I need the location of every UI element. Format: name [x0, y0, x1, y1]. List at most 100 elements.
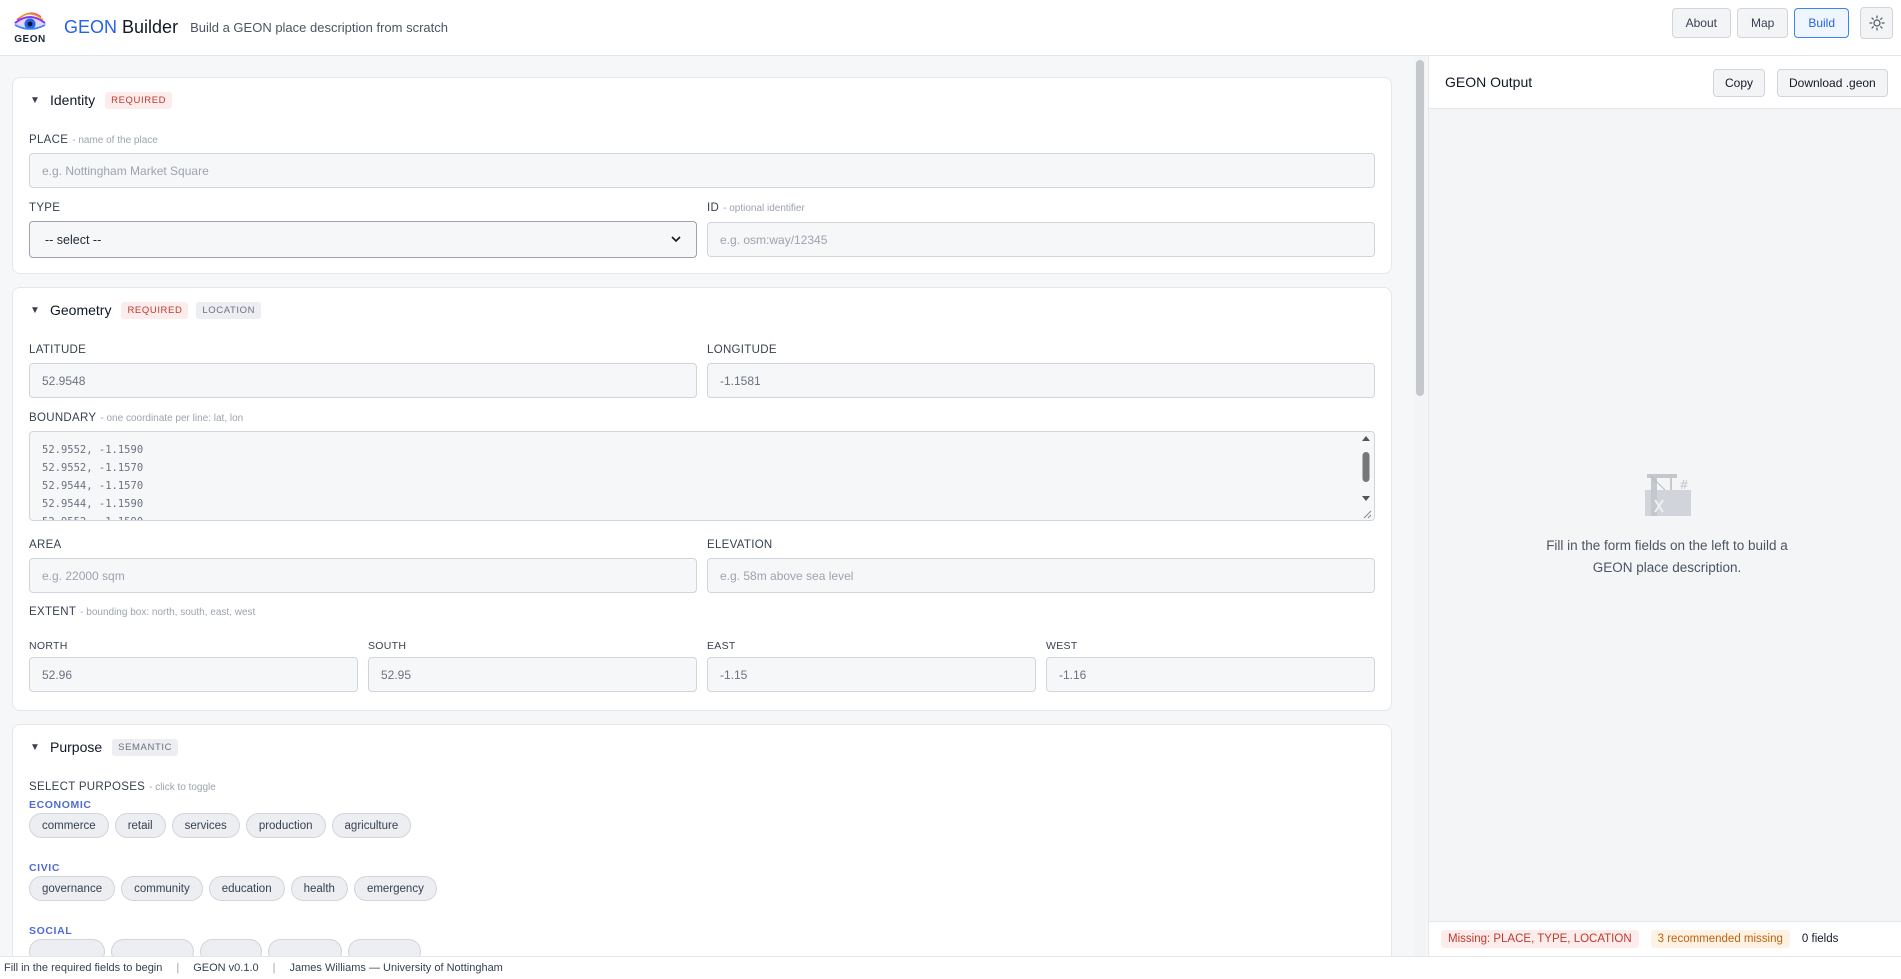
- app-title-rest: Builder: [122, 17, 179, 37]
- extent-label: EXTENT - bounding box: north, south, east…: [29, 606, 255, 618]
- boundary-line: 52.9544, -1.1570: [42, 480, 144, 492]
- longitude-label: LONGITUDE: [707, 344, 777, 356]
- select-purposes-hint: - click to toggle: [149, 782, 216, 793]
- form-scrollbar[interactable]: [1414, 56, 1426, 956]
- copy-button[interactable]: Copy: [1713, 69, 1766, 97]
- textarea-scrollbar[interactable]: [1360, 434, 1372, 520]
- civic-chip-row: governance community education health em…: [29, 876, 437, 901]
- section-title: Purpose: [50, 739, 103, 755]
- form-scroll-thumb[interactable]: [1416, 60, 1424, 396]
- sun-icon: [1868, 15, 1885, 31]
- purpose-group-label: SOCIAL: [29, 925, 73, 937]
- purpose-chip[interactable]: education: [208, 876, 285, 901]
- identity-header[interactable]: ▼ Identity REQUIRED: [13, 78, 173, 122]
- section-title: Identity: [50, 92, 96, 108]
- id-label: ID - optional identifier: [707, 202, 805, 214]
- place-label: PLACE - name of the place: [29, 134, 158, 146]
- select-purposes-label: SELECT PURPOSES - click to toggle: [29, 781, 216, 793]
- required-badge: REQUIRED: [121, 301, 189, 319]
- area-input[interactable]: e.g. 22000 sqm: [29, 558, 697, 593]
- boundary-line: 52.9552, -1.1570: [42, 462, 144, 474]
- purpose-group-label: CIVIC: [29, 862, 61, 874]
- purpose-chip[interactable]: [29, 939, 105, 956]
- app-title-brand: GEON: [64, 17, 118, 37]
- section-title: Geometry: [50, 302, 112, 318]
- app-title: GEON Builder: [64, 17, 178, 38]
- latitude-input[interactable]: 52.9548: [29, 363, 697, 398]
- select-purposes-text: SELECT PURPOSES: [29, 781, 146, 793]
- status-separator: |: [272, 962, 276, 974]
- place-hint: - name of the place: [72, 135, 158, 146]
- boundary-textarea[interactable]: 52.9552, -1.1590 52.9552, -1.1570 52.954…: [29, 431, 1375, 521]
- status-version: GEON v0.1.0: [193, 962, 259, 974]
- type-select-value: -- select --: [45, 232, 102, 247]
- extent-hint: - bounding box: north, south, east, west: [80, 607, 256, 618]
- purpose-chip[interactable]: retail: [114, 813, 166, 838]
- id-hint: - optional identifier: [723, 203, 805, 214]
- west-label: WEST: [1046, 640, 1078, 652]
- collapse-caret-icon[interactable]: ▼: [30, 305, 42, 316]
- extent-label-text: EXTENT: [29, 606, 77, 618]
- nav-about-button[interactable]: About: [1671, 8, 1731, 38]
- purpose-section: ▼ Purpose SEMANTIC SELECT PURPOSES - clic…: [12, 724, 1392, 956]
- app-subtitle: Build a GEON place description from scra…: [190, 20, 448, 35]
- boundary-line: 52.9552, -1.1590: [42, 513, 1362, 520]
- output-status-bar: Missing: PLACE, TYPE, LOCATION 3 recomme…: [1429, 921, 1901, 956]
- collapse-caret-icon[interactable]: ▼: [30, 742, 42, 753]
- collapse-caret-icon[interactable]: ▼: [30, 95, 42, 106]
- longitude-input[interactable]: -1.1581: [707, 363, 1375, 398]
- purpose-chip[interactable]: [348, 939, 421, 956]
- construction-crane-icon: #: [1645, 474, 1691, 516]
- purpose-chip[interactable]: [268, 939, 342, 956]
- elevation-input[interactable]: e.g. 58m above sea level: [707, 558, 1375, 593]
- purpose-chip[interactable]: governance: [29, 876, 116, 901]
- type-select[interactable]: -- select --: [29, 221, 697, 258]
- geometry-header[interactable]: ▼ Geometry REQUIRED LOCATION: [13, 288, 262, 332]
- svg-text:#: #: [1679, 478, 1689, 492]
- purpose-chip[interactable]: commerce: [29, 813, 109, 838]
- boundary-label-text: BOUNDARY: [29, 412, 97, 424]
- required-badge: REQUIRED: [105, 91, 173, 109]
- geometry-section: ▼ Geometry REQUIRED LOCATION LATITUDE 52…: [12, 287, 1392, 711]
- purpose-chip[interactable]: [111, 939, 194, 956]
- boundary-label: BOUNDARY - one coordinate per line: lat, …: [29, 412, 243, 424]
- status-hint: Fill in the required fields to begin: [4, 962, 163, 974]
- purpose-chip[interactable]: [200, 939, 262, 956]
- east-label: EAST: [707, 640, 736, 652]
- west-input[interactable]: -1.16: [1046, 657, 1375, 692]
- purpose-chip[interactable]: emergency: [353, 876, 437, 901]
- output-header: GEON Output Copy Download .geon: [1429, 56, 1901, 109]
- theme-toggle-button[interactable]: [1860, 7, 1893, 39]
- purpose-group-label: ECONOMIC: [29, 799, 92, 811]
- id-label-text: ID: [707, 202, 720, 214]
- purpose-chip[interactable]: community: [121, 876, 203, 901]
- empty-message-line: Fill in the form fields on the left to b…: [1546, 538, 1788, 553]
- output-panel: GEON Output Copy Download .geon # Fill i…: [1428, 56, 1901, 956]
- purpose-chip[interactable]: production: [245, 813, 326, 838]
- north-input[interactable]: 52.96: [29, 657, 358, 692]
- latitude-label: LATITUDE: [29, 344, 87, 356]
- purpose-chip[interactable]: agriculture: [331, 813, 412, 838]
- status-separator: |: [176, 962, 180, 974]
- place-input[interactable]: e.g. Nottingham Market Square: [29, 153, 1375, 188]
- nav-map-button[interactable]: Map: [1736, 8, 1789, 38]
- purpose-chip[interactable]: health: [290, 876, 348, 901]
- identity-section: ▼ Identity REQUIRED PLACE - name of the p…: [12, 77, 1392, 274]
- geon-logo[interactable]: GEON: [8, 7, 52, 49]
- eye-logo-icon: [13, 11, 47, 30]
- nav-build-button[interactable]: Build: [1794, 8, 1849, 38]
- north-label: NORTH: [29, 640, 68, 652]
- id-input[interactable]: e.g. osm:way/12345: [707, 222, 1375, 257]
- area-label: AREA: [29, 539, 62, 551]
- download-button[interactable]: Download .geon: [1777, 69, 1888, 97]
- purpose-header[interactable]: ▼ Purpose SEMANTIC: [13, 725, 179, 769]
- status-bar: Fill in the required fields to begin | G…: [0, 956, 1901, 979]
- east-input[interactable]: -1.15: [707, 657, 1036, 692]
- purpose-chip[interactable]: services: [171, 813, 240, 838]
- recommended-missing-badge: 3 recommended missing: [1650, 930, 1790, 948]
- south-label: SOUTH: [368, 640, 407, 652]
- boundary-hint: - one coordinate per line: lat, lon: [100, 413, 244, 424]
- south-input[interactable]: 52.95: [368, 657, 697, 692]
- output-empty-message: Fill in the form fields on the left to b…: [1519, 535, 1815, 579]
- app-header: GEON GEON Builder Build a GEON place des…: [0, 0, 1901, 56]
